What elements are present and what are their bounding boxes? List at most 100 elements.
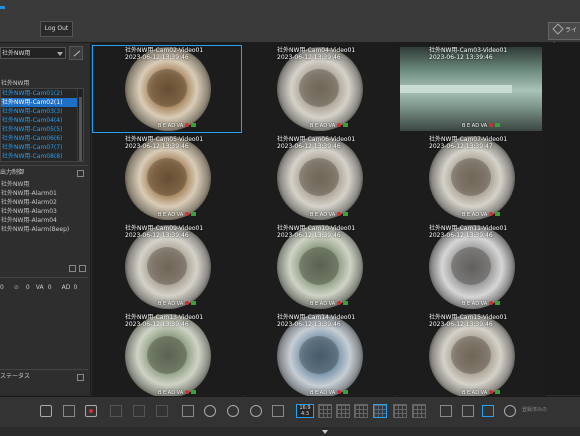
status-icon[interactable] (77, 374, 84, 381)
alarm-dot-icon (489, 123, 494, 127)
layout-3x3-icon[interactable] (354, 404, 368, 418)
camera-list-item[interactable]: 社外NW用-Cam08(8) (1, 152, 83, 161)
camera-list-item[interactable]: 社外NW用-Cam03(3) (1, 107, 83, 116)
tile-timestamp: 2023-06-12 13:39:46 (429, 54, 493, 61)
toolbar-right-text: 登録済みの (522, 407, 548, 413)
tile-status-text: B E AD VA (462, 301, 488, 307)
recording-icon (343, 123, 349, 127)
status-label: ステータス (0, 373, 31, 380)
layout-5x5-icon[interactable] (393, 404, 407, 418)
layout-4x4-icon[interactable] (373, 404, 387, 418)
alarm-list-item[interactable]: 社外NW用-Alarm01 (0, 189, 88, 198)
sequence-icon[interactable] (440, 405, 452, 417)
tile-timestamp: 2023-06-12 13:39:46 (277, 321, 341, 328)
wand-icon[interactable] (69, 46, 83, 60)
record-icon[interactable] (85, 405, 97, 417)
divider (0, 165, 88, 166)
layout-6x6-icon[interactable] (412, 404, 426, 418)
alarm-dot-icon (185, 390, 190, 394)
alarm-tree-root[interactable]: 社外NW用 (0, 180, 88, 189)
tile-title: 社外NW用-Cam07-Video01 (429, 136, 508, 143)
video-tile[interactable]: 社外NW用-Cam04-Video01 2023-06-12 13:39:46 B … (244, 45, 394, 133)
settings-icon[interactable] (504, 405, 516, 417)
recording-icon (495, 301, 501, 305)
alarm-dot-icon (337, 301, 342, 305)
divider (0, 277, 88, 278)
camera-tree-root[interactable]: 社外NW用 (0, 79, 29, 88)
video-tile[interactable]: 社外NW用-Cam07-Video01 2023-06-12 13:39:47 B … (396, 134, 546, 222)
tile-status: B E AD VA (462, 212, 501, 218)
filter-icon[interactable] (69, 265, 76, 272)
stat-b: 0 (25, 284, 30, 291)
recording-icon (343, 212, 349, 216)
tile-title: 社外NW用-Cam09-Video01 (125, 225, 204, 232)
alarm-dot-icon (337, 212, 342, 216)
camera-list-item[interactable]: 社外NW用-Cam07(7) (1, 143, 83, 152)
chevron-down-icon (57, 52, 63, 56)
alarm-dot-icon (185, 212, 190, 216)
recording-icon (495, 123, 501, 127)
print-icon[interactable] (63, 405, 75, 417)
zoom-reset-icon[interactable] (250, 405, 262, 417)
tile-title: 社外NW用-Cam10-Video01 (277, 225, 356, 232)
tile-status-text: B E AD VA (158, 301, 184, 307)
export-icon[interactable] (79, 265, 86, 272)
fullscreen-icon[interactable] (272, 405, 284, 417)
site-select[interactable]: 社外NW用 (0, 47, 66, 59)
camera-list-item[interactable]: 社外NW用-Cam01(2) (1, 89, 83, 98)
tile-status: B E AD VA (158, 301, 197, 307)
scroll-thumb[interactable] (79, 97, 82, 161)
video-tile[interactable]: 社外NW用-Cam15-Video01 2023-06-12 13:39:46 B … (396, 312, 546, 400)
snapshot-icon[interactable] (40, 405, 52, 417)
camera-list-item[interactable]: 社外NW用-Cam05(5) (1, 125, 83, 134)
video-tile[interactable]: 社外NW用-Cam10-Video01 2023-06-12 13:39:46 B … (244, 223, 394, 311)
alarm-list-item[interactable]: 社外NW用-Alarm03 (0, 207, 88, 216)
recording-icon (191, 123, 197, 127)
alarm-list-item[interactable]: 社外NW用-Alarm02 (0, 198, 88, 207)
stat-a: 0 (0, 284, 4, 291)
camera-list-item[interactable]: 社外NW用-Cam04(4) (1, 116, 83, 125)
video-tile[interactable]: 社外NW用-Cam13-Video01 2023-06-12 13:39:46 B … (92, 312, 242, 400)
logout-button[interactable]: Log Out (40, 21, 73, 37)
aspect-16-9-button[interactable]: 16:9 4:3 (296, 404, 314, 418)
zoom-out-icon[interactable] (227, 405, 239, 417)
live-button[interactable]: ライブ (548, 22, 580, 50)
camera-list-scrollbar[interactable] (77, 89, 83, 161)
video-tile[interactable]: 社外NW用-Cam09-Video01 2023-06-12 13:39:46 B … (92, 223, 242, 311)
zoom-in-icon[interactable] (204, 405, 216, 417)
alarm-list-item[interactable]: 社外NW用-Alarm04 (0, 216, 88, 225)
mic-icon[interactable] (156, 405, 168, 417)
video-tile[interactable]: 社外NW用-Cam03-Video01 2023-06-12 13:39:46 B … (396, 45, 546, 133)
monitor-icon[interactable] (462, 405, 474, 417)
video-tile[interactable]: 社外NW用-Cam02-Video01 2023-06-12 13:39:46 B … (92, 45, 242, 133)
top-bar: Log Out ライブ (0, 0, 580, 50)
expand-arrow-icon[interactable] (322, 430, 328, 434)
alarm-dot-icon (489, 301, 494, 305)
audio-icon[interactable] (133, 405, 145, 417)
video-tile[interactable]: 社外NW用-Cam06-Video01 2023-06-12 13:39:46 B … (244, 134, 394, 222)
tile-timestamp: 2023-06-12 13:39:46 (429, 321, 493, 328)
playback-icon[interactable] (110, 405, 122, 417)
camera-list-item[interactable]: 社外NW用-Cam06(6) (1, 134, 83, 143)
layout-2x2-icon[interactable] (336, 404, 350, 418)
video-tile[interactable]: 社外NW用-Cam11-Video01 2023-06-12 13:39:46 B … (396, 223, 546, 311)
va-label: VA (35, 284, 44, 291)
recording-icon (495, 390, 501, 394)
camera-list-item[interactable]: 社外NW用-Cam02(1) (1, 98, 83, 107)
output-control-icon[interactable] (77, 170, 84, 177)
video-tile[interactable]: 社外NW用-Cam05-Video01 2023-06-12 13:39:46 B … (92, 134, 242, 222)
ad-label: AD (61, 284, 71, 291)
tile-status-text: B E AD VA (310, 123, 336, 129)
layout-1x1-icon[interactable] (318, 404, 332, 418)
tile-timestamp: 2023-06-12 13:39:47 (429, 143, 493, 150)
video-grid: 社外NW用-Cam02-Video01 2023-06-12 13:39:46 B … (92, 43, 580, 400)
tile-timestamp: 2023-06-12 13:39:46 (277, 143, 341, 150)
tile-title: 社外NW用-Cam15-Video01 (429, 314, 508, 321)
display-icon[interactable] (482, 405, 494, 417)
bottom-strip (0, 427, 580, 436)
preset-icon[interactable] (182, 405, 194, 417)
output-control-title: 出力制御 (0, 168, 88, 178)
alarm-list-item[interactable]: 社外NW用-Alarm(Beep) (0, 225, 88, 234)
camera-list: 社外NW用-Cam01(2) 社外NW用-Cam02(1) 社外NW用-Cam03(… (0, 88, 84, 162)
video-tile[interactable]: 社外NW用-Cam14-Video01 2023-06-12 13:39:46 B … (244, 312, 394, 400)
